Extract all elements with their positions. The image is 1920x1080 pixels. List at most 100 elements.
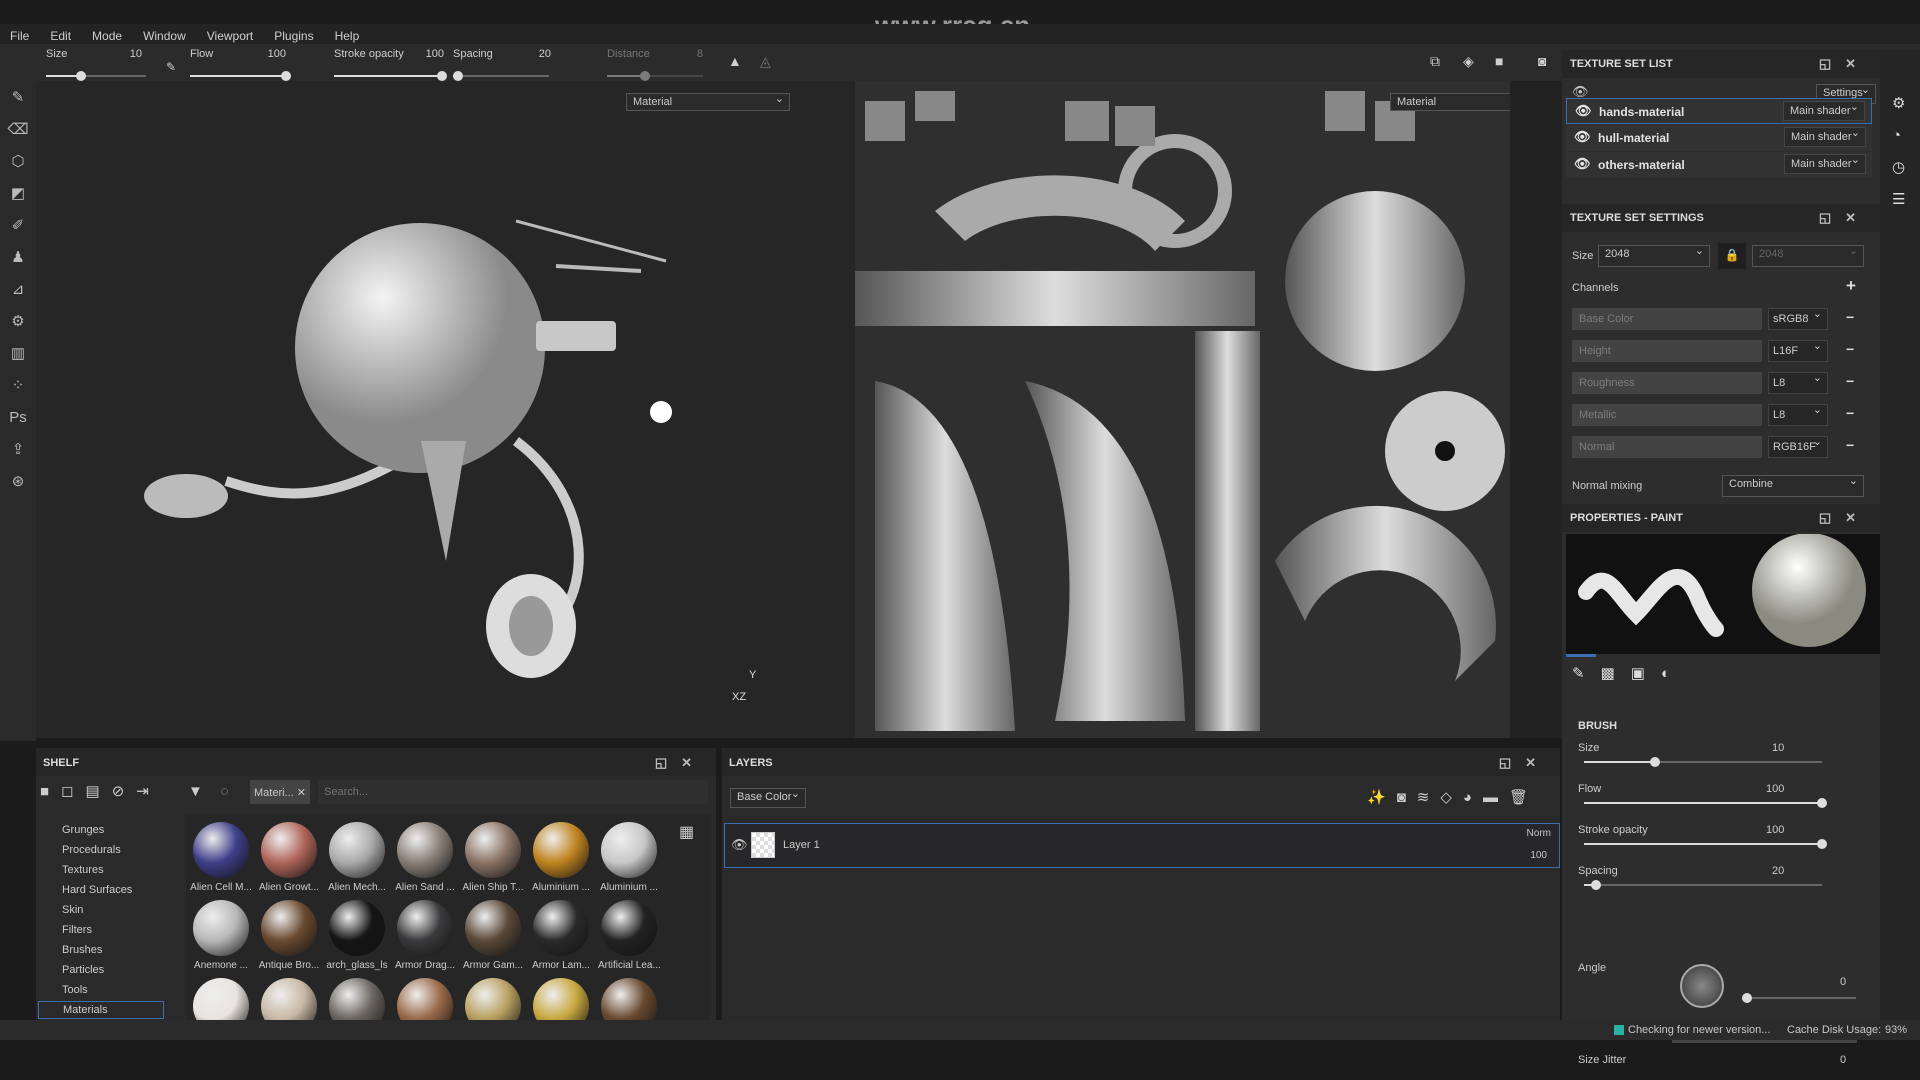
material-thumbnail[interactable]: Artificial Lea...: [598, 900, 660, 971]
shader-dropdown[interactable]: Main shader: [1784, 126, 1866, 147]
slider[interactable]: [190, 71, 291, 81]
texture-set-item[interactable]: 👁 hands-material Main shader: [1566, 98, 1872, 124]
normal-mixing-dropdown[interactable]: Combine: [1722, 474, 1864, 497]
channel-name-field[interactable]: Base Color: [1572, 308, 1762, 330]
material-thumbnail[interactable]: [394, 978, 456, 1020]
camera-icon[interactable]: ■: [1495, 53, 1503, 69]
polygon-fill-icon[interactable]: ◩: [0, 177, 36, 209]
spacing-value[interactable]: 20: [1772, 865, 1784, 877]
texture-set-item[interactable]: 👁 others-material Main shader: [1566, 152, 1872, 178]
shelf-category[interactable]: Particles: [62, 964, 104, 976]
channel-name-field[interactable]: Normal: [1572, 436, 1762, 458]
shelf-category[interactable]: Filters: [62, 924, 92, 936]
panel-float-close-icons[interactable]: ◱✕: [1819, 510, 1870, 526]
shelf-category[interactable]: Textures: [62, 864, 104, 876]
material-thumbnail[interactable]: [190, 978, 252, 1020]
clone-icon[interactable]: ♟: [0, 241, 36, 273]
material-thumbnail[interactable]: Alien Growt...: [258, 822, 320, 893]
display-settings-icon[interactable]: ⚙: [1892, 88, 1920, 120]
smudge-icon[interactable]: ✐: [0, 209, 36, 241]
material-thumbnail[interactable]: Aluminium ...: [598, 822, 660, 893]
shelf-toolbar[interactable]: ■◻▤⊘⇥: [40, 782, 161, 800]
export-icon[interactable]: ⇪: [0, 433, 36, 465]
remove-channel-icon[interactable]: −: [1846, 373, 1854, 389]
channel-name-field[interactable]: Height: [1572, 340, 1762, 362]
material-thumbnail[interactable]: Alien Cell M...: [190, 822, 252, 893]
channel-name-field[interactable]: Roughness: [1572, 372, 1762, 394]
menu-edit[interactable]: Edit: [50, 24, 82, 44]
size-value[interactable]: 10: [1772, 742, 1784, 754]
channel-format-dropdown[interactable]: L16F: [1768, 339, 1828, 362]
material-thumbnail[interactable]: Antique Bro...: [258, 900, 320, 971]
lazy-mouse-icon[interactable]: ◬: [760, 53, 771, 70]
projection-icon[interactable]: ⬡: [0, 145, 36, 177]
lock-icon[interactable]: 🔒: [1718, 243, 1746, 269]
shader-settings-icon[interactable]: ◔: [1892, 120, 1920, 152]
channel-name-field[interactable]: Metallic: [1572, 404, 1762, 426]
pen-pressure-icon[interactable]: ✎: [166, 60, 276, 74]
material-thumbnail[interactable]: Anemone ...: [190, 900, 252, 971]
remove-channel-icon[interactable]: −: [1846, 341, 1854, 357]
shelf-search-input[interactable]: [318, 780, 708, 804]
shelf-category[interactable]: Skin: [62, 904, 83, 916]
channel-format-dropdown[interactable]: RGB16F: [1768, 435, 1828, 458]
photoshop-icon[interactable]: Ps: [0, 401, 36, 433]
menu-help[interactable]: Help: [335, 24, 371, 44]
layer-row[interactable]: 👁 Layer 1 Norm 100: [724, 823, 1560, 868]
add-channel-icon[interactable]: +: [1846, 276, 1856, 296]
material-thumbnail[interactable]: Armor Lam...: [530, 900, 592, 971]
material-thumbnail[interactable]: arch_glass_ls: [326, 900, 388, 971]
filter-tag[interactable]: Materi... ✕: [250, 780, 310, 804]
slider[interactable]: [452, 71, 549, 81]
material-thumbnail[interactable]: Alien Sand ...: [394, 822, 456, 893]
shelf-category[interactable]: Materials: [38, 1001, 164, 1019]
color-picker-icon[interactable]: ⊿: [0, 273, 36, 305]
material-thumbnail[interactable]: [530, 978, 592, 1020]
stroke-opacity-slider[interactable]: [1584, 839, 1827, 849]
symmetry-icon[interactable]: ▲: [728, 53, 742, 69]
menu-viewport[interactable]: Viewport: [207, 24, 264, 44]
material-thumbnail[interactable]: [462, 978, 524, 1020]
panel-float-close-icons[interactable]: ◱✕: [655, 755, 706, 771]
layer-toolbar[interactable]: ✨◙≋◇◕▬🗑: [1367, 788, 1539, 806]
material-thumbnail[interactable]: Alien Mech...: [326, 822, 388, 893]
angle-dial[interactable]: [1680, 964, 1724, 1008]
grid-view-icon[interactable]: ▦: [679, 822, 694, 842]
layer-channel-dropdown[interactable]: Base Color: [730, 787, 806, 808]
layer-opacity[interactable]: 100: [1530, 850, 1547, 861]
channel-format-dropdown[interactable]: L8: [1768, 403, 1828, 426]
viewport-3d[interactable]: Material XZ Y: [36, 81, 855, 738]
size-slider[interactable]: [1584, 757, 1822, 767]
shader-dropdown[interactable]: Main shader: [1784, 153, 1866, 174]
menu-file[interactable]: File: [10, 24, 40, 44]
log-icon[interactable]: ☰: [1892, 184, 1920, 216]
viewport-3d-mode-dropdown[interactable]: Material: [626, 92, 790, 111]
material-thumbnail[interactable]: [598, 978, 660, 1020]
size-dropdown[interactable]: 2048: [1598, 244, 1710, 267]
channel-format-dropdown[interactable]: sRGB8: [1768, 307, 1828, 330]
layer-blend-mode[interactable]: Norm: [1527, 828, 1551, 839]
filter-icon[interactable]: ▼: [188, 783, 203, 800]
viewport-2d-uv[interactable]: Material V U: [855, 81, 1558, 738]
material-thumbnail[interactable]: [258, 978, 320, 1020]
spacing-control[interactable]: Spacing 20: [452, 48, 551, 81]
stroke-opacity-control[interactable]: Stroke opacity 100: [334, 48, 447, 81]
slider[interactable]: [334, 71, 447, 81]
size-control[interactable]: Size 10: [46, 48, 146, 81]
paint-brush-icon[interactable]: ✎: [0, 81, 36, 113]
menu-plugins[interactable]: Plugins: [274, 24, 324, 44]
flow-slider[interactable]: [1584, 798, 1827, 808]
channel-format-dropdown[interactable]: L8: [1768, 371, 1828, 394]
spacing-slider[interactable]: [1584, 880, 1822, 890]
panel-float-close-icons[interactable]: ◱✕: [1819, 56, 1870, 72]
panel-float-close-icons[interactable]: ◱✕: [1499, 755, 1550, 771]
flow-value[interactable]: 100: [1766, 783, 1784, 795]
shelf-category[interactable]: Grunges: [62, 824, 104, 836]
distance-control[interactable]: Distance 8: [607, 48, 703, 81]
bake-icon[interactable]: ▥: [0, 337, 36, 369]
shelf-category[interactable]: Procedurals: [62, 844, 121, 856]
slider[interactable]: [46, 71, 146, 81]
slider[interactable]: [607, 71, 703, 81]
remove-channel-icon[interactable]: −: [1846, 309, 1854, 325]
texture-set-item[interactable]: 👁 hull-material Main shader: [1566, 125, 1872, 151]
